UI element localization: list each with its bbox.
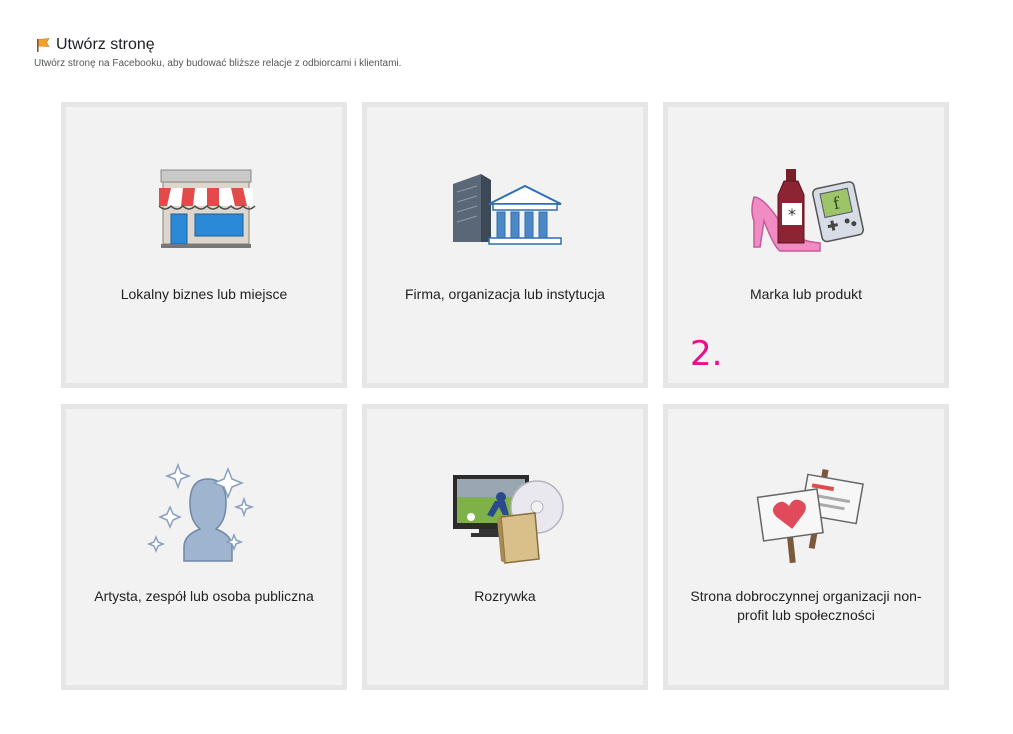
annotation-number: 2. <box>690 334 723 374</box>
card-inner: * f Marka lub produkt 2. <box>668 107 944 383</box>
card-inner: Lokalny biznes lub miejsce <box>66 107 342 383</box>
category-label: Artysta, zespół lub osoba publiczna <box>94 588 314 604</box>
flag-icon <box>37 38 50 52</box>
category-card-local-business[interactable]: Lokalny biznes lub miejsce <box>61 102 347 388</box>
category-card-nonprofit[interactable]: Strona dobroczynnej organizacji non-prof… <box>663 404 949 690</box>
category-card-artist[interactable]: Artysta, zespół lub osoba publiczna <box>61 404 347 690</box>
category-label: Strona dobroczynnej organizacji non-prof… <box>690 588 922 623</box>
page-subtitle: Utwórz stronę na Facebooku, aby budować … <box>34 58 402 69</box>
category-card-brand[interactable]: * f Marka lub produkt 2. <box>663 102 949 388</box>
card-inner: Rozrywka <box>367 409 643 685</box>
category-label: Firma, organizacja lub instytucja <box>405 286 605 302</box>
brand-products-icon: * f <box>751 169 864 252</box>
public-figure-icon <box>146 462 255 562</box>
page-header: Utwórz stronę Utwórz stronę na Facebooku… <box>34 36 402 69</box>
category-grid: Lokalny biznes lub miejsce Firma, organi… <box>61 102 949 690</box>
card-inner: Firma, organizacja lub instytucja <box>367 107 643 383</box>
page-title: Utwórz stronę <box>56 36 155 53</box>
company-buildings-icon <box>453 174 562 245</box>
category-card-entertainment[interactable]: Rozrywka <box>362 404 648 690</box>
category-label: Rozrywka <box>474 588 536 604</box>
svg-text:*: * <box>788 205 796 224</box>
card-inner: Strona dobroczynnej organizacji non-prof… <box>668 409 944 685</box>
storefront-icon <box>158 169 256 248</box>
protest-signs-icon <box>756 469 864 564</box>
category-label: Marka lub produkt <box>749 286 863 302</box>
title-row: Utwórz stronę <box>35 36 401 54</box>
entertainment-icon <box>453 475 564 564</box>
category-label: Lokalny biznes lub miejsce <box>120 286 288 302</box>
card-inner: Artysta, zespół lub osoba publiczna <box>66 409 342 685</box>
category-card-company[interactable]: Firma, organizacja lub instytucja <box>362 102 648 388</box>
